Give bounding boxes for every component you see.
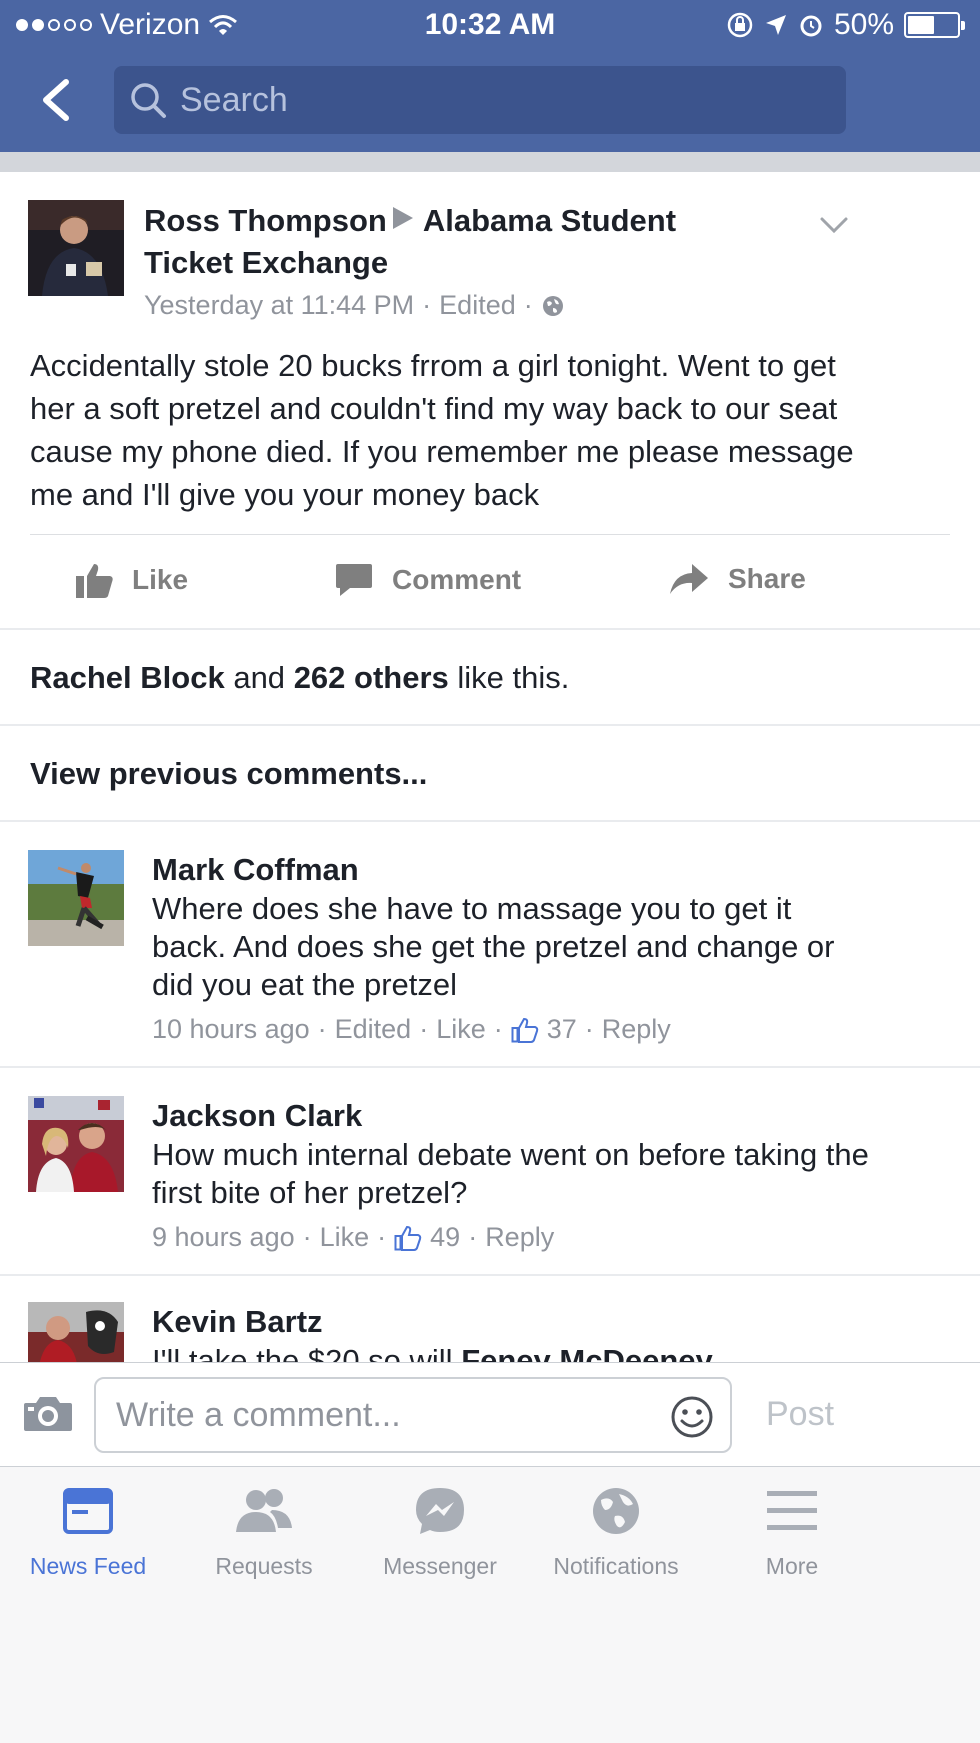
author-avatar[interactable] <box>28 200 124 296</box>
post-body: Accidentally stole 20 bucks frrom a girl… <box>30 348 854 512</box>
camera-icon[interactable] <box>22 1393 74 1433</box>
comment-like-count[interactable]: 37 <box>511 1014 577 1045</box>
post-actions: Like Comment Share <box>0 548 980 620</box>
comment-input-box[interactable] <box>94 1377 732 1453</box>
public-globe-icon <box>542 295 563 316</box>
comment-time: 9 hours ago <box>152 1222 295 1252</box>
divider <box>0 1066 980 1068</box>
commenter-name[interactable]: Kevin Bartz <box>152 1302 872 1342</box>
edited-label[interactable]: Edited <box>439 290 516 321</box>
friends-icon <box>236 1489 292 1532</box>
comment-input[interactable] <box>116 1379 656 1451</box>
comment-item: Kevin Bartz I'll take the $20 so will Fe… <box>0 1302 980 1362</box>
post-comment-button[interactable]: Post <box>766 1395 834 1434</box>
divider <box>0 820 980 822</box>
battery-percent: 50% <box>833 8 894 41</box>
divider <box>0 1274 980 1276</box>
search-bar[interactable]: Search <box>114 66 846 134</box>
battery-icon <box>904 12 965 38</box>
feed-divider <box>0 152 980 172</box>
tab-notifications[interactable]: Notifications <box>528 1483 704 1580</box>
menu-icon <box>767 1491 817 1530</box>
commenter-avatar[interactable] <box>28 850 124 946</box>
comment-bubble-icon <box>336 564 372 596</box>
divider <box>30 534 950 535</box>
view-previous-comments-link[interactable]: View previous comments... <box>30 756 427 792</box>
post-options-chevron-icon[interactable] <box>818 214 850 236</box>
tab-messenger[interactable]: Messenger <box>352 1483 528 1580</box>
tab-requests[interactable]: Requests <box>176 1483 352 1580</box>
comment-edited[interactable]: Edited <box>335 1014 412 1045</box>
commenter-name[interactable]: Jackson Clark <box>152 1096 872 1136</box>
divider <box>0 628 980 630</box>
likes-summary[interactable]: Rachel Block and 262 others like this. <box>30 660 569 696</box>
thumbs-up-outline-icon <box>394 1225 422 1251</box>
thumbs-up-icon <box>76 564 113 598</box>
bottom-tab-bar: News Feed Requests Messenger Notificatio… <box>0 1466 980 1743</box>
tab-more[interactable]: More <box>704 1483 880 1580</box>
comment-time: 10 hours ago <box>152 1014 310 1044</box>
comment-button[interactable]: Comment <box>334 562 980 598</box>
commenter-avatar[interactable] <box>28 1096 124 1192</box>
top-bar: Verizon 10:32 AM 50% Search <box>0 0 980 170</box>
tagged-friend[interactable]: Feney McDeeney <box>461 1343 713 1362</box>
location-arrow-icon <box>765 15 786 35</box>
search-icon <box>131 83 166 118</box>
emoji-smiley-icon[interactable] <box>670 1395 714 1439</box>
commenter-avatar[interactable] <box>28 1302 124 1362</box>
share-arrow-icon <box>670 564 708 594</box>
post-header: Ross Thompson Alabama Student Ticket Excha… <box>144 200 784 284</box>
tab-news-feed[interactable]: News Feed <box>0 1483 176 1580</box>
comment-text: How much internal debate went on before … <box>152 1137 869 1210</box>
comment-like-button[interactable]: Like <box>320 1222 370 1253</box>
comment-like-count[interactable]: 49 <box>394 1222 460 1253</box>
globe-icon <box>593 1488 639 1534</box>
comment-composer: Post <box>0 1362 980 1466</box>
back-chevron-icon[interactable] <box>34 76 78 124</box>
like-button[interactable]: Like <box>76 562 188 598</box>
thumbs-up-outline-icon <box>511 1017 538 1043</box>
status-bar: Verizon 10:32 AM 50% <box>0 0 980 52</box>
comment-reply-button[interactable]: Reply <box>485 1222 554 1253</box>
comment-meta: 10 hours ago · Edited · Like · 37 · Repl… <box>152 1014 671 1045</box>
news-feed-icon <box>63 1488 113 1534</box>
comment-like-button[interactable]: Like <box>436 1014 486 1045</box>
share-button[interactable]: Share <box>668 562 806 596</box>
comment-text: I'll take the $20 so will Feney McDeeney <box>152 1342 872 1362</box>
comment-text: Where does she have to massage you to ge… <box>152 891 835 1002</box>
post-meta: Yesterday at 11:44 PM · Edited · <box>144 290 565 321</box>
messenger-icon <box>416 1488 464 1534</box>
author-name[interactable]: Ross Thompson <box>144 203 387 238</box>
shared-to-arrow-icon <box>392 207 413 229</box>
divider <box>0 724 980 726</box>
post-timestamp[interactable]: Yesterday at 11:44 PM <box>144 290 414 321</box>
comment-reply-button[interactable]: Reply <box>602 1014 671 1045</box>
alarm-icon <box>800 15 822 37</box>
search-placeholder: Search <box>180 80 288 119</box>
rotation-lock-icon <box>727 12 753 38</box>
commenter-name[interactable]: Mark Coffman <box>152 850 872 890</box>
comment-meta: 9 hours ago · Like · 49 · Reply <box>152 1222 555 1253</box>
